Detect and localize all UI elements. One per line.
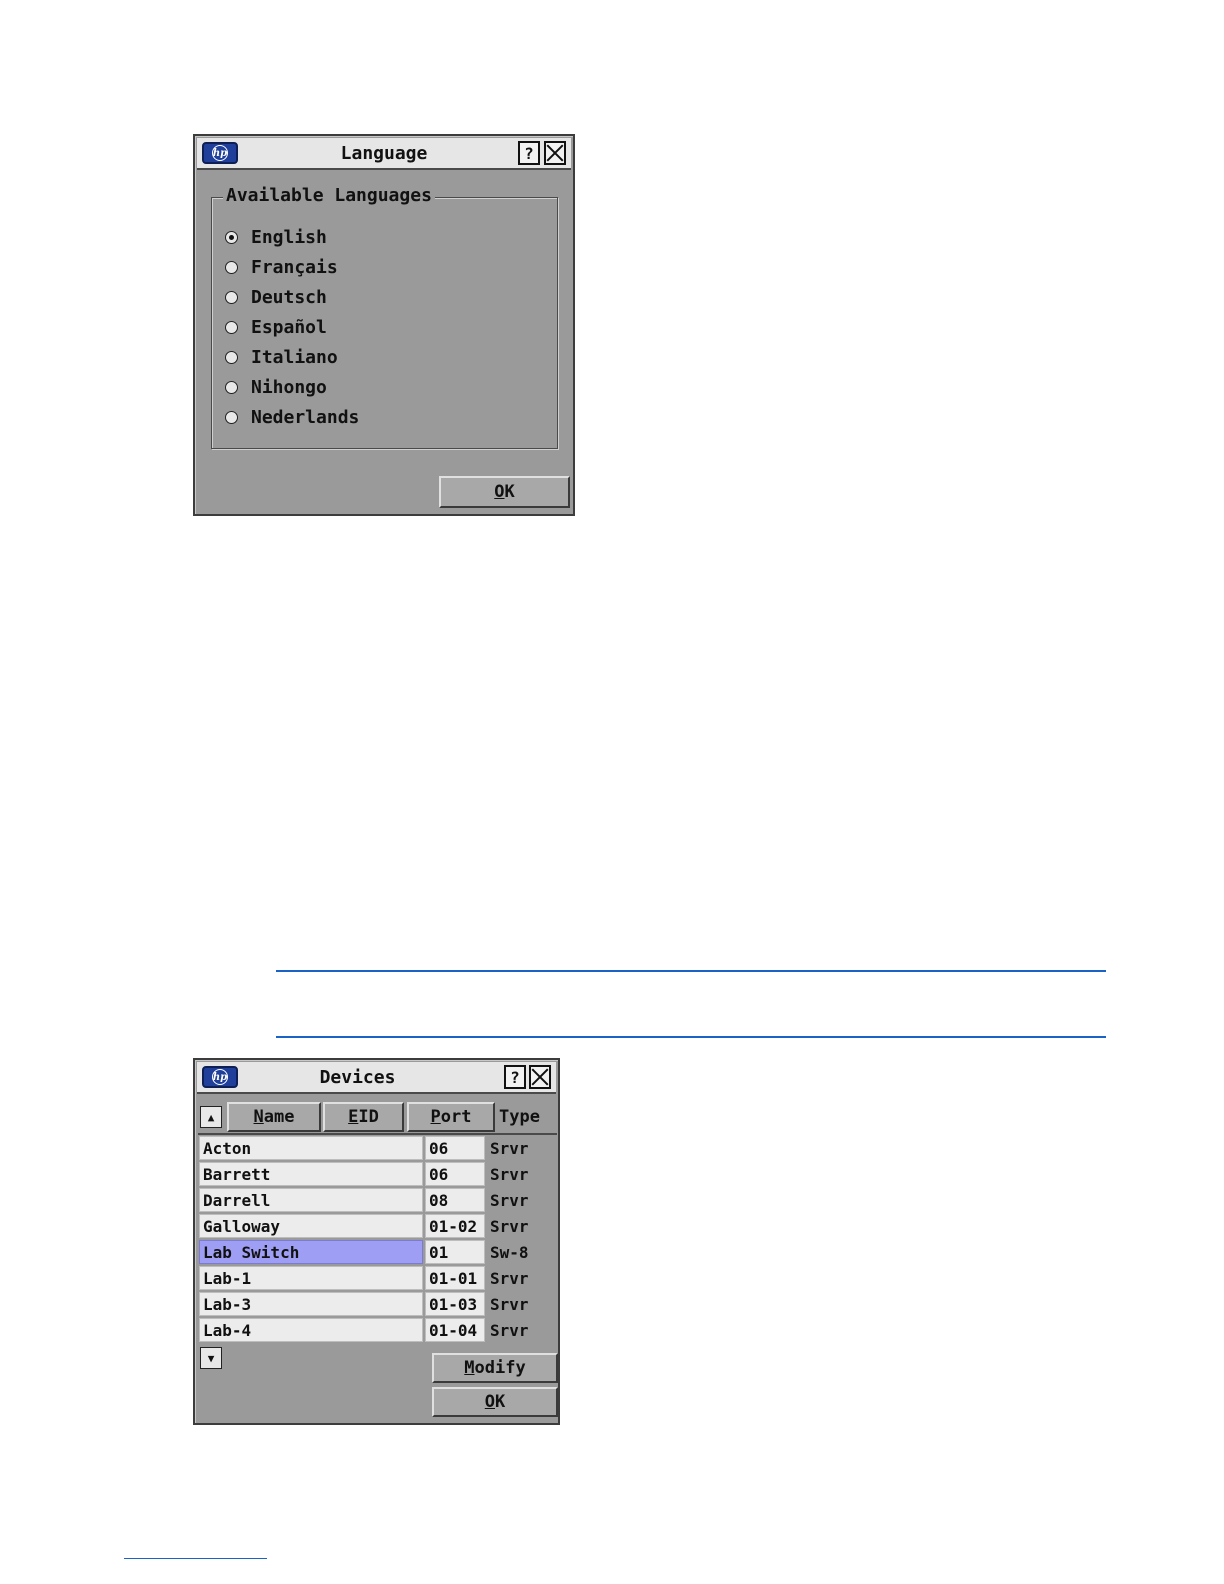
name-rest: ame <box>263 1107 295 1127</box>
device-name-cell: Barrett <box>199 1162 423 1186</box>
name-accel: N <box>253 1107 264 1127</box>
radio-button[interactable] <box>225 230 238 244</box>
device-eid-cell: 06 <box>425 1136 485 1160</box>
column-header-port[interactable]: Port <box>407 1102 495 1132</box>
device-eid-cell: 01 <box>425 1240 485 1264</box>
table-row[interactable]: Darrell 08 Srvr <box>198 1187 557 1213</box>
language-label: Nederlands <box>251 406 360 428</box>
ok-accel: O <box>494 482 505 502</box>
radio-button[interactable] <box>225 320 238 334</box>
footer-rule <box>124 1558 267 1559</box>
language-label: Nihongo <box>251 376 327 398</box>
note-rule-bottom <box>276 1036 1106 1038</box>
table-row[interactable]: Lab Switch 01 Sw-8 <box>198 1239 557 1265</box>
device-eid-cell: 01-03 <box>425 1292 485 1316</box>
close-icon[interactable] <box>544 141 566 165</box>
table-row[interactable]: Acton 06 Srvr <box>198 1135 557 1161</box>
note-rule-top <box>276 970 1106 972</box>
help-button[interactable]: ? <box>518 141 540 165</box>
ok-button[interactable]: OK <box>439 476 570 508</box>
language-option[interactable]: Nederlands <box>225 402 359 432</box>
radio-button[interactable] <box>225 380 238 394</box>
table-row[interactable]: Galloway 01-02 Srvr <box>198 1213 557 1239</box>
language-option[interactable]: Italiano <box>225 342 359 372</box>
device-name-cell: Lab-3 <box>199 1292 423 1316</box>
device-eid-cell: 06 <box>425 1162 485 1186</box>
device-type-cell: Srvr <box>490 1294 529 1314</box>
port-rest: ort <box>440 1107 472 1127</box>
table-row[interactable]: Lab-3 01-03 Srvr <box>198 1291 557 1317</box>
column-header-name[interactable]: Name <box>227 1102 321 1132</box>
language-option[interactable]: Deutsch <box>225 282 359 312</box>
device-name-cell: Lab-4 <box>199 1318 423 1342</box>
radio-button[interactable] <box>225 410 238 424</box>
dialog-title: Language <box>340 143 428 164</box>
table-row[interactable]: Lab-1 01-01 Srvr <box>198 1265 557 1291</box>
port-accel: P <box>430 1107 441 1127</box>
device-name-cell: Galloway <box>199 1214 423 1238</box>
modify-rest: odify <box>474 1358 526 1378</box>
modify-accel: M <box>464 1358 475 1378</box>
help-button[interactable]: ? <box>504 1065 526 1089</box>
table-row[interactable]: Lab-4 01-04 Srvr <box>198 1317 557 1343</box>
language-dialog: hp Language ? Available Languages Englis… <box>193 134 575 516</box>
language-option[interactable]: Français <box>225 252 359 282</box>
column-header-type: Type <box>499 1107 540 1127</box>
language-label: Deutsch <box>251 286 327 308</box>
ok-rest: K <box>504 482 515 502</box>
device-name-cell: Darrell <box>199 1188 423 1212</box>
device-eid-cell: 01-02 <box>425 1214 485 1238</box>
title-bar: hp Devices ? <box>197 1062 556 1094</box>
dialog-title: Devices <box>319 1067 396 1088</box>
language-option[interactable]: Español <box>225 312 359 342</box>
device-type-cell: Srvr <box>490 1268 529 1288</box>
device-name-cell: Lab Switch <box>199 1240 423 1264</box>
ok-rest: K <box>495 1392 506 1412</box>
radio-button[interactable] <box>225 350 238 364</box>
language-label: Français <box>251 256 338 278</box>
modify-button[interactable]: Modify <box>432 1353 558 1383</box>
device-type-cell: Sw-8 <box>490 1242 529 1262</box>
device-name-cell: Acton <box>199 1136 423 1160</box>
device-eid-cell: 01-01 <box>425 1266 485 1290</box>
device-type-cell: Srvr <box>490 1216 529 1236</box>
language-label: Español <box>251 316 327 338</box>
device-type-cell: Srvr <box>490 1138 529 1158</box>
ok-button[interactable]: OK <box>432 1387 558 1417</box>
radio-button[interactable] <box>225 290 238 304</box>
eid-accel: E <box>348 1107 359 1127</box>
radio-button[interactable] <box>225 260 238 274</box>
close-icon[interactable] <box>529 1065 551 1089</box>
device-type-cell: Srvr <box>490 1320 529 1340</box>
language-label: English <box>251 226 327 248</box>
language-list: English Français Deutsch Español Italiano Nih… <box>225 222 359 432</box>
language-label: Italiano <box>251 346 338 368</box>
device-type-cell: Srvr <box>490 1190 529 1210</box>
title-bar: hp Language ? <box>197 138 571 170</box>
eid-rest: ID <box>358 1107 379 1127</box>
devices-table: Acton 06 Srvr Barrett 06 Srvr Darrell 08 Srvr Gal… <box>198 1133 557 1343</box>
column-header-eid[interactable]: E ID <box>323 1102 404 1132</box>
device-name-cell: Lab-1 <box>199 1266 423 1290</box>
language-option[interactable]: English <box>225 222 359 252</box>
ok-accel: O <box>484 1392 495 1412</box>
device-eid-cell: 01-04 <box>425 1318 485 1342</box>
table-row[interactable]: Barrett 06 Srvr <box>198 1161 557 1187</box>
devices-dialog: hp Devices ? ▲ Name E ID Port Type Acton 0… <box>193 1058 560 1425</box>
scroll-up-icon[interactable]: ▲ <box>200 1106 222 1128</box>
scroll-down-icon[interactable]: ▼ <box>200 1347 222 1369</box>
group-label: Available Languages <box>223 185 435 206</box>
device-eid-cell: 08 <box>425 1188 485 1212</box>
language-option[interactable]: Nihongo <box>225 372 359 402</box>
device-type-cell: Srvr <box>490 1164 529 1184</box>
